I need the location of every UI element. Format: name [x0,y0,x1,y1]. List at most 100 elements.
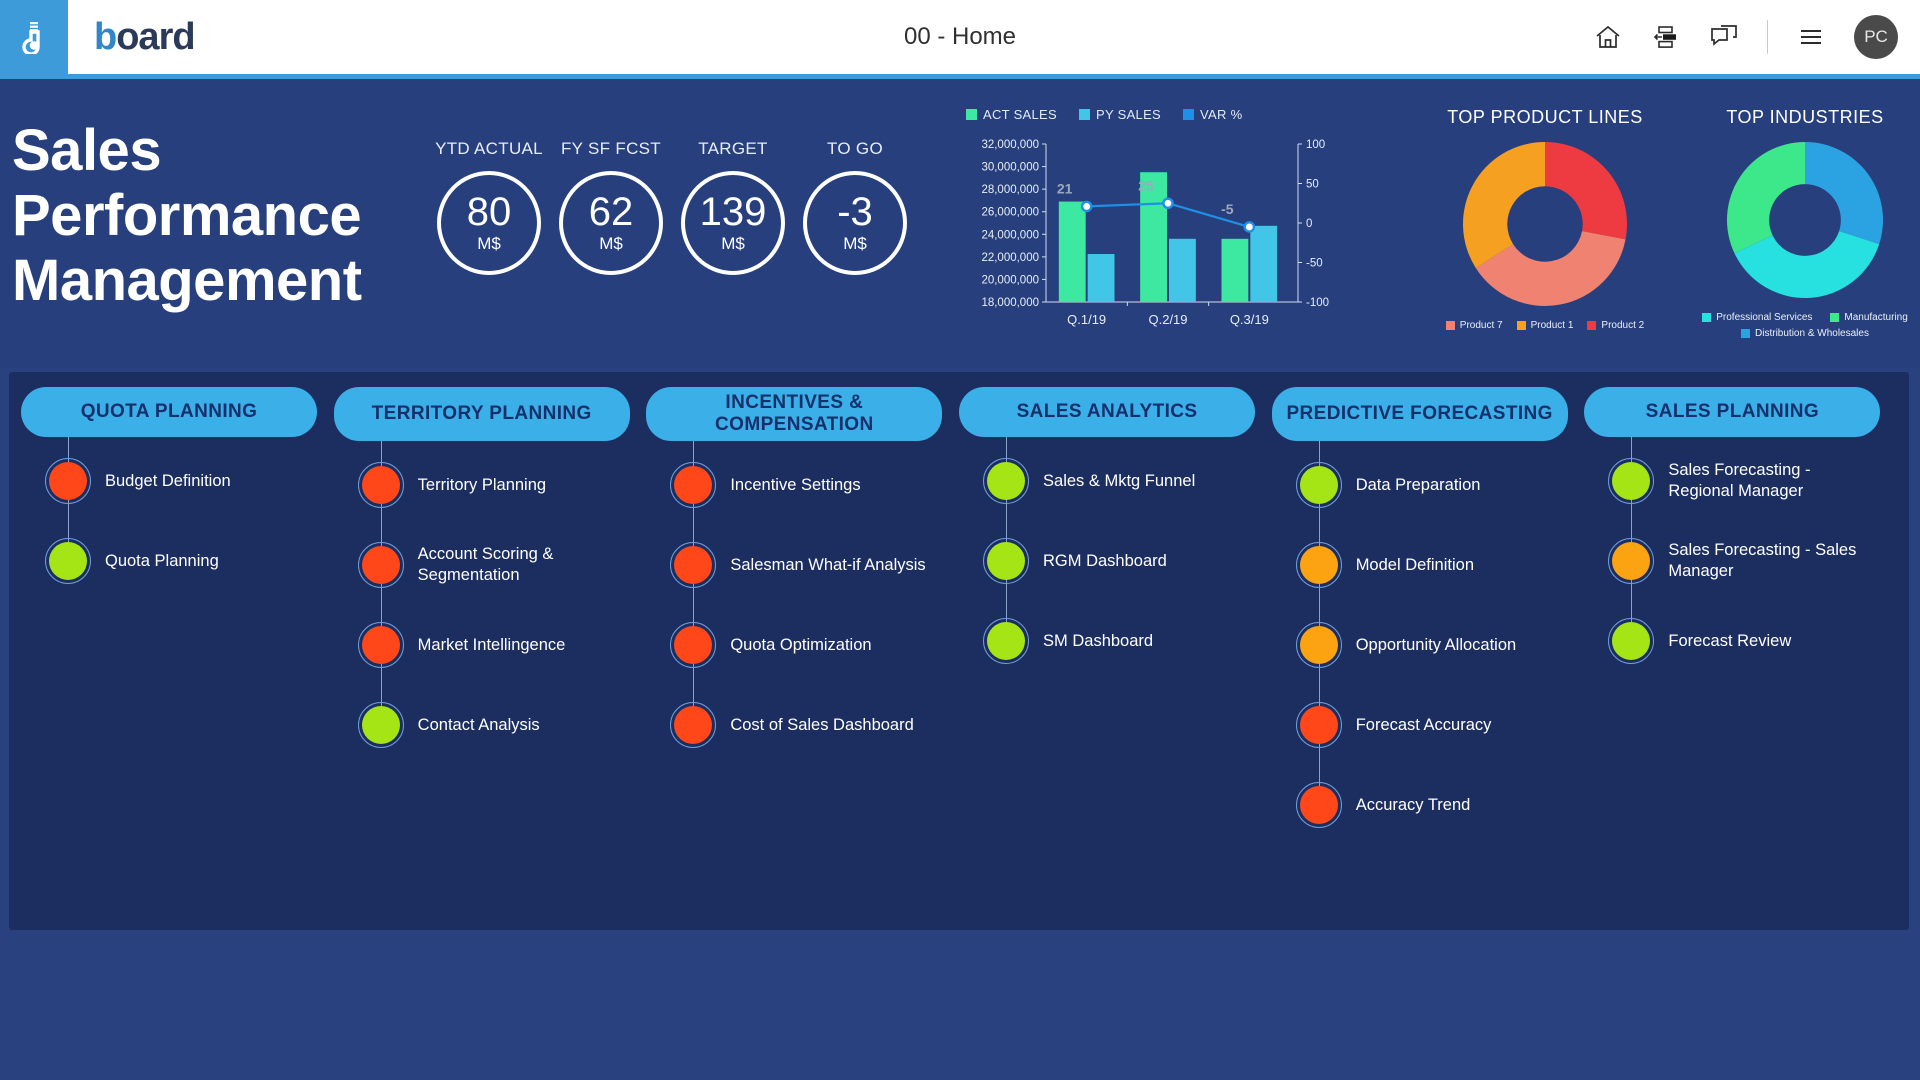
chart-x-tick-label: Q.2/19 [1148,312,1187,327]
nav-item[interactable]: Sales & Mktg Funnel [959,449,1272,513]
nav-item[interactable]: Data Preparation [1272,453,1585,517]
chart-data-label: 21 [1057,180,1073,196]
chart-legend-item: PY SALES [1079,107,1161,122]
toolbar-divider [1767,20,1768,54]
nav-item[interactable]: Accuracy Trend [1272,773,1585,837]
nav-item[interactable]: Territory Planning [334,453,647,517]
nav-item[interactable]: SM Dashboard [959,609,1272,673]
chart-y-tick-label: 30,000,000 [981,162,1039,174]
chart-y-tick-label: 32,000,000 [981,139,1039,151]
status-dot [361,466,400,504]
nav-column: INCENTIVES & COMPENSATION Incentive Setti… [646,387,959,930]
donut-slice[interactable] [1463,142,1545,268]
nav-item-list: Incentive Settings Salesman What-if Analy… [646,441,959,757]
top-bar-actions: PC [1593,0,1898,74]
kpi-circle: 139 M$ [681,171,785,275]
status-dot-wrap [1295,702,1342,748]
kpi-card: YTD ACTUAL 80 M$ [428,139,550,275]
nav-column-header-predictive-forecasting[interactable]: PREDICTIVE FORECASTING [1271,387,1568,441]
nav-item[interactable]: RGM Dashboard [959,529,1272,593]
status-dot [987,462,1026,500]
donut-slice[interactable] [1805,142,1883,245]
nav-item[interactable]: Salesman What-if Analysis [646,533,959,597]
layout-panel-icon[interactable] [1651,22,1681,52]
chat-icon[interactable] [1709,22,1739,52]
nav-item[interactable]: Cost of Sales Dashboard [646,693,959,757]
chart-data-label: 25 [1138,177,1154,193]
nav-column-header-incentives-compensation[interactable]: INCENTIVES & COMPENSATION [646,387,943,441]
nav-item-label: Cost of Sales Dashboard [730,715,914,734]
nav-item[interactable]: Budget Definition [21,449,334,513]
top-bar: b oard 00 - Home PC [0,0,1920,74]
donut-slice[interactable] [1727,142,1805,254]
kpi-card: TARGET 139 M$ [672,139,794,275]
nav-item[interactable]: Quota Optimization [646,613,959,677]
nav-column-header-quota-planning[interactable]: QUOTA PLANNING [21,387,317,437]
dashboard-title-line-3: Management [12,247,362,313]
nav-item[interactable]: Market Intellingence [334,613,647,677]
legend-swatch [1741,329,1751,338]
legend-swatch [1587,321,1597,330]
chart-line-marker [1080,200,1093,213]
nav-item[interactable]: Sales Forecasting - Sales Manager [1584,529,1897,593]
kpi-unit: M$ [721,234,745,253]
hamburger-menu-icon[interactable] [1796,22,1826,52]
nav-column: SALES ANALYTICS Sales & Mktg Funnel RGM Da… [959,387,1272,930]
nav-item[interactable]: Model Definition [1272,533,1585,597]
status-dot [1299,706,1338,744]
chart-bar-act-sales [1221,238,1249,302]
nav-item-label: RGM Dashboard [1043,551,1167,570]
nav-item[interactable]: Contact Analysis [334,693,647,757]
nav-item[interactable]: Forecast Review [1584,609,1897,673]
chart-bar-py-sales [1250,225,1278,302]
nav-item-label: Forecast Accuracy [1355,715,1492,734]
nav-item-label: Contact Analysis [417,715,540,734]
legend-swatch [1830,313,1840,322]
legend-swatch [1445,321,1455,330]
status-dot-wrap [357,622,404,668]
chart-line-marker [1162,197,1174,210]
nav-column-header-sales-analytics[interactable]: SALES ANALYTICS [959,387,1256,437]
nav-item[interactable]: Opportunity Allocation [1272,613,1585,677]
chart-line-marker [1243,221,1256,233]
kpi-circle: 80 M$ [437,171,541,275]
nav-item[interactable]: Incentive Settings [646,453,959,517]
nav-item[interactable]: Sales Forecasting - Regional Manager [1584,449,1897,513]
nav-item[interactable]: Account Scoring & Segmentation [334,533,647,597]
kpi-unit: M$ [843,234,867,253]
avatar[interactable]: PC [1854,15,1898,59]
kpi-value: 139 [699,190,767,234]
chart-y-tick-label: 20,000,000 [981,274,1039,286]
chart-x-tick-label: Q.1/19 [1067,312,1106,327]
nav-item[interactable]: Quota Planning [21,529,334,593]
chart-bar-py-sales [1087,254,1115,302]
home-icon[interactable] [1593,22,1623,52]
donut-legend-item: Manufacturing [1830,312,1908,323]
legend-swatch [1702,313,1712,322]
nav-item-label: Model Definition [1355,555,1474,574]
chart-legend-item: VAR % [1183,107,1242,122]
kpi-value: 80 [466,190,512,234]
brand-letter-b: b [94,15,117,58]
status-dot-wrap [45,538,91,584]
donut-slice[interactable] [1545,142,1627,240]
chart-y2-tick-label: -50 [1306,258,1323,270]
legend-label: Product 1 [1530,320,1574,331]
kpi-card: TO GO -3 M$ [794,139,916,275]
nav-item[interactable]: Forecast Accuracy [1272,693,1585,757]
chart-legend: ACT SALES PY SALES VAR % [966,107,1378,122]
nav-column-header-territory-planning[interactable]: TERRITORY PLANNING [333,387,630,441]
nav-item-label: Market Intellingence [417,635,566,654]
top-product-lines-widget: TOP PRODUCT LINES Product 7 Product 1 Prod… [1400,107,1690,331]
status-dot-wrap [670,622,717,668]
board-logo-badge[interactable] [0,0,68,74]
nav-column-header-sales-planning[interactable]: SALES PLANNING [1584,387,1881,437]
status-dot-wrap [670,462,717,508]
nav-item-label: Territory Planning [417,475,547,494]
top-product-lines-donut [1463,142,1627,306]
top-industries-widget: TOP INDUSTRIES Professional Services Manu… [1690,107,1920,339]
status-dot [1299,546,1338,584]
navigation-panel: QUOTA PLANNING Budget Definition Quota Pla… [9,372,1909,930]
legend-label: PY SALES [1096,107,1162,122]
top-industries-legend: Professional Services Manufacturing Distri… [1690,312,1920,339]
